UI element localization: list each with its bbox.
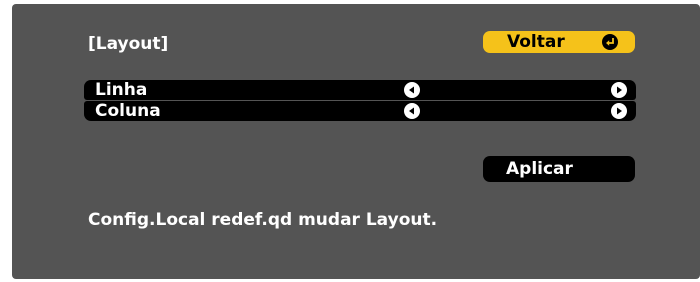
layout-menu-panel: [Layout] Voltar Linha Coluna Aplicar Con…	[12, 4, 700, 279]
arrow-left-icon[interactable]	[404, 82, 420, 98]
apply-button[interactable]: Aplicar	[483, 156, 635, 182]
apply-button-label: Aplicar	[506, 159, 573, 179]
hint-text: Config.Local redef.qd mudar Layout.	[88, 210, 438, 230]
row-coluna-label: Coluna	[95, 101, 161, 121]
row-linha-label: Linha	[95, 80, 148, 100]
arrow-right-icon[interactable]	[611, 103, 627, 119]
menu-title: [Layout]	[88, 34, 169, 54]
back-button-label: Voltar	[507, 32, 565, 52]
arrow-left-icon[interactable]	[404, 103, 420, 119]
row-linha[interactable]: Linha	[84, 80, 636, 100]
arrow-right-icon[interactable]	[611, 82, 627, 98]
enter-icon	[602, 34, 618, 50]
row-coluna[interactable]: Coluna	[84, 101, 636, 121]
back-button[interactable]: Voltar	[483, 31, 635, 53]
